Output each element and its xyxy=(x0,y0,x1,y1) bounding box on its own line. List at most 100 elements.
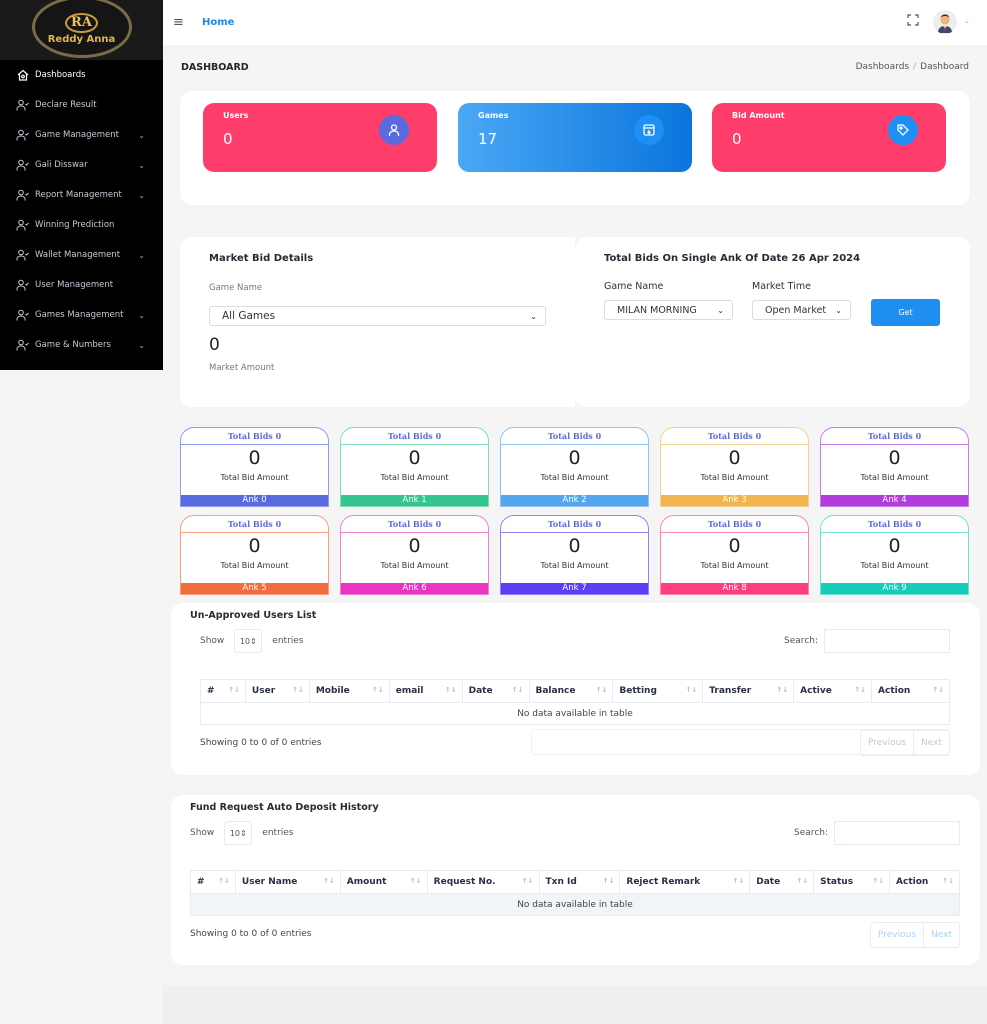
column-header[interactable]: User Name ↑↓ xyxy=(234,870,341,894)
column-header[interactable]: Date ↑↓ xyxy=(461,679,530,703)
stat-card-games[interactable]: Games 17 xyxy=(458,103,692,172)
entries-length-select[interactable]: 10 ⇕ xyxy=(224,821,253,845)
ank-total-bids: Total Bids 0 xyxy=(341,516,488,533)
market-game-select-value: All Games xyxy=(222,310,276,322)
column-header[interactable]: User ↑↓ xyxy=(244,679,310,703)
column-header[interactable]: # ↑↓ xyxy=(200,679,246,703)
sidebar-item-gali-disswar[interactable]: Gali Disswar ⌄ xyxy=(0,150,163,180)
market-time-select[interactable]: Open Market ⌄ xyxy=(752,300,851,320)
stat-card-users[interactable]: Users 0 xyxy=(203,103,437,172)
column-header[interactable]: Action ↑↓ xyxy=(871,679,950,703)
chevron-down-icon[interactable]: ⌄ xyxy=(138,191,145,200)
entries-length-control: Show 10 ⇕ entries xyxy=(190,821,294,845)
chevron-down-icon[interactable]: ⌄ xyxy=(138,131,145,140)
column-header[interactable]: Mobile ↑↓ xyxy=(308,679,390,703)
column-header[interactable]: Date ↑↓ xyxy=(749,870,815,894)
market-game-select[interactable]: All Games ⌄ xyxy=(209,306,546,326)
column-header[interactable]: Txn Id ↑↓ xyxy=(538,870,621,894)
search-input[interactable] xyxy=(824,629,950,653)
next-button[interactable]: Next xyxy=(923,923,959,947)
column-header-label: User Name xyxy=(241,877,298,887)
column-header[interactable]: Status ↑↓ xyxy=(813,870,891,894)
sidebar-item-dashboards[interactable]: Dashboards xyxy=(0,60,163,90)
chevron-down-icon[interactable]: ⌄ xyxy=(138,311,145,320)
column-header[interactable]: Request No. ↑↓ xyxy=(426,870,540,894)
column-header[interactable]: Reject Remark ↑↓ xyxy=(619,870,751,894)
page-header: DASHBOARD Dashboards / Dashboard xyxy=(163,45,987,89)
sort-icon: ↑↓ xyxy=(409,877,422,885)
sidebar-item-wallet-management[interactable]: Wallet Management ⌄ xyxy=(0,240,163,270)
column-header[interactable]: email ↑↓ xyxy=(388,679,463,703)
sidebar-item-declare-result[interactable]: Declare Result xyxy=(0,90,163,120)
ank-game-select[interactable]: MILAN MORNING ⌄ xyxy=(604,300,733,320)
sort-icon: ↑↓ xyxy=(595,686,608,694)
get-button[interactable]: Get xyxy=(871,299,940,326)
avatar-chevron-icon[interactable]: ⌄ xyxy=(964,17,970,25)
ank-card: Total Bids 0 0 Total Bid Amount Ank 5 xyxy=(180,515,329,595)
sidebar-item-label: Declare Result xyxy=(35,100,97,110)
ank-amount-value: 0 xyxy=(728,447,741,469)
chevron-down-icon[interactable]: ⌄ xyxy=(138,161,145,170)
user-check-icon xyxy=(16,339,30,351)
column-header[interactable]: Active ↑↓ xyxy=(793,679,873,703)
search-input[interactable] xyxy=(834,821,960,845)
pagination: Previous Next xyxy=(869,922,960,948)
sidebar-item-label: Dashboards xyxy=(35,70,86,80)
previous-button[interactable]: Previous xyxy=(861,731,913,755)
ank-label: Ank 8 xyxy=(661,583,808,594)
sidebar-item-winning-prediction[interactable]: Winning Prediction xyxy=(0,210,163,240)
sort-icon: ↑↓ xyxy=(292,686,304,694)
sidebar-item-game-numbers[interactable]: Game & Numbers ⌄ xyxy=(0,330,163,360)
column-header[interactable]: # ↑↓ xyxy=(190,870,236,894)
ank-label: Ank 6 xyxy=(341,583,488,594)
next-button[interactable]: Next xyxy=(913,731,949,755)
show-label: Show xyxy=(200,636,225,646)
sidebar-item-label: Game & Numbers xyxy=(35,340,111,350)
sort-icon: ↑↓ xyxy=(732,877,745,885)
chevron-down-icon[interactable]: ⌄ xyxy=(138,251,145,260)
sidebar-item-report-management[interactable]: Report Management ⌄ xyxy=(0,180,163,210)
sidebar-item-games-management[interactable]: Games Management ⌄ xyxy=(0,300,163,330)
column-header-label: Balance xyxy=(535,686,576,696)
chevron-down-icon: ⌄ xyxy=(717,305,724,315)
fund-history-table: # ↑↓ User Name ↑↓ Amount ↑↓ Request No. ↑↓ Txn I… xyxy=(190,870,960,916)
empty-table-message: No data available in table xyxy=(200,702,950,725)
show-label: Show xyxy=(190,828,215,838)
column-header[interactable]: Action ↑↓ xyxy=(889,870,960,894)
stat-card-bid-amount[interactable]: Bid Amount 0 xyxy=(712,103,946,172)
entries-length-value: 10 xyxy=(229,828,241,838)
sidebar-item-game-management[interactable]: Game Management ⌄ xyxy=(0,120,163,150)
search-control: Search: xyxy=(794,821,960,845)
user-check-icon xyxy=(16,189,30,201)
sort-icon: ↑↓ xyxy=(776,686,789,694)
previous-button[interactable]: Previous xyxy=(871,923,923,947)
column-header[interactable]: Amount ↑↓ xyxy=(339,870,428,894)
sort-icon: ↑↓ xyxy=(796,877,809,885)
column-header[interactable]: Transfer ↑↓ xyxy=(702,679,795,703)
fund-history-card: Fund Request Auto Deposit History Show 1… xyxy=(171,795,980,965)
home-link[interactable]: Home xyxy=(202,17,234,28)
column-header[interactable]: Betting ↑↓ xyxy=(612,679,704,703)
breadcrumb-item[interactable]: Dashboards xyxy=(856,62,910,72)
brand-logo[interactable]: RA Reddy Anna xyxy=(0,0,163,60)
ank-card: Total Bids 0 0 Total Bid Amount Ank 4 xyxy=(820,427,969,507)
stats-card: Users 0 Games 17 Bid Amount 0 xyxy=(180,91,970,205)
user-avatar[interactable] xyxy=(933,10,957,34)
ank-amount-label: Total Bid Amount xyxy=(220,561,289,570)
search-label: Search: xyxy=(784,636,818,646)
table-info: Showing 0 to 0 of 0 entries xyxy=(200,738,322,748)
logo-text: Reddy Anna xyxy=(47,34,116,45)
entries-length-select[interactable]: 10 ⇕ xyxy=(234,629,263,653)
logo-monogram: RA xyxy=(65,13,98,33)
sidebar-item-label: Game Management xyxy=(35,130,119,140)
column-header[interactable]: Balance ↑↓ xyxy=(528,679,614,703)
chevron-down-icon[interactable]: ⌄ xyxy=(138,341,145,350)
ank-amount-value: 0 xyxy=(408,535,421,557)
menu-toggle-icon[interactable]: ≡ xyxy=(173,15,187,30)
single-ank-card: Total Bids On Single Ank Of Date 26 Apr … xyxy=(575,237,970,407)
entries-label: entries xyxy=(272,636,304,646)
sort-icon: ↑↓ xyxy=(218,877,230,885)
fullscreen-icon[interactable] xyxy=(907,14,919,26)
unapproved-users-card: Un-Approved Users List Show 10 ⇕ entries … xyxy=(171,603,980,775)
sidebar-item-user-management[interactable]: User Management xyxy=(0,270,163,300)
